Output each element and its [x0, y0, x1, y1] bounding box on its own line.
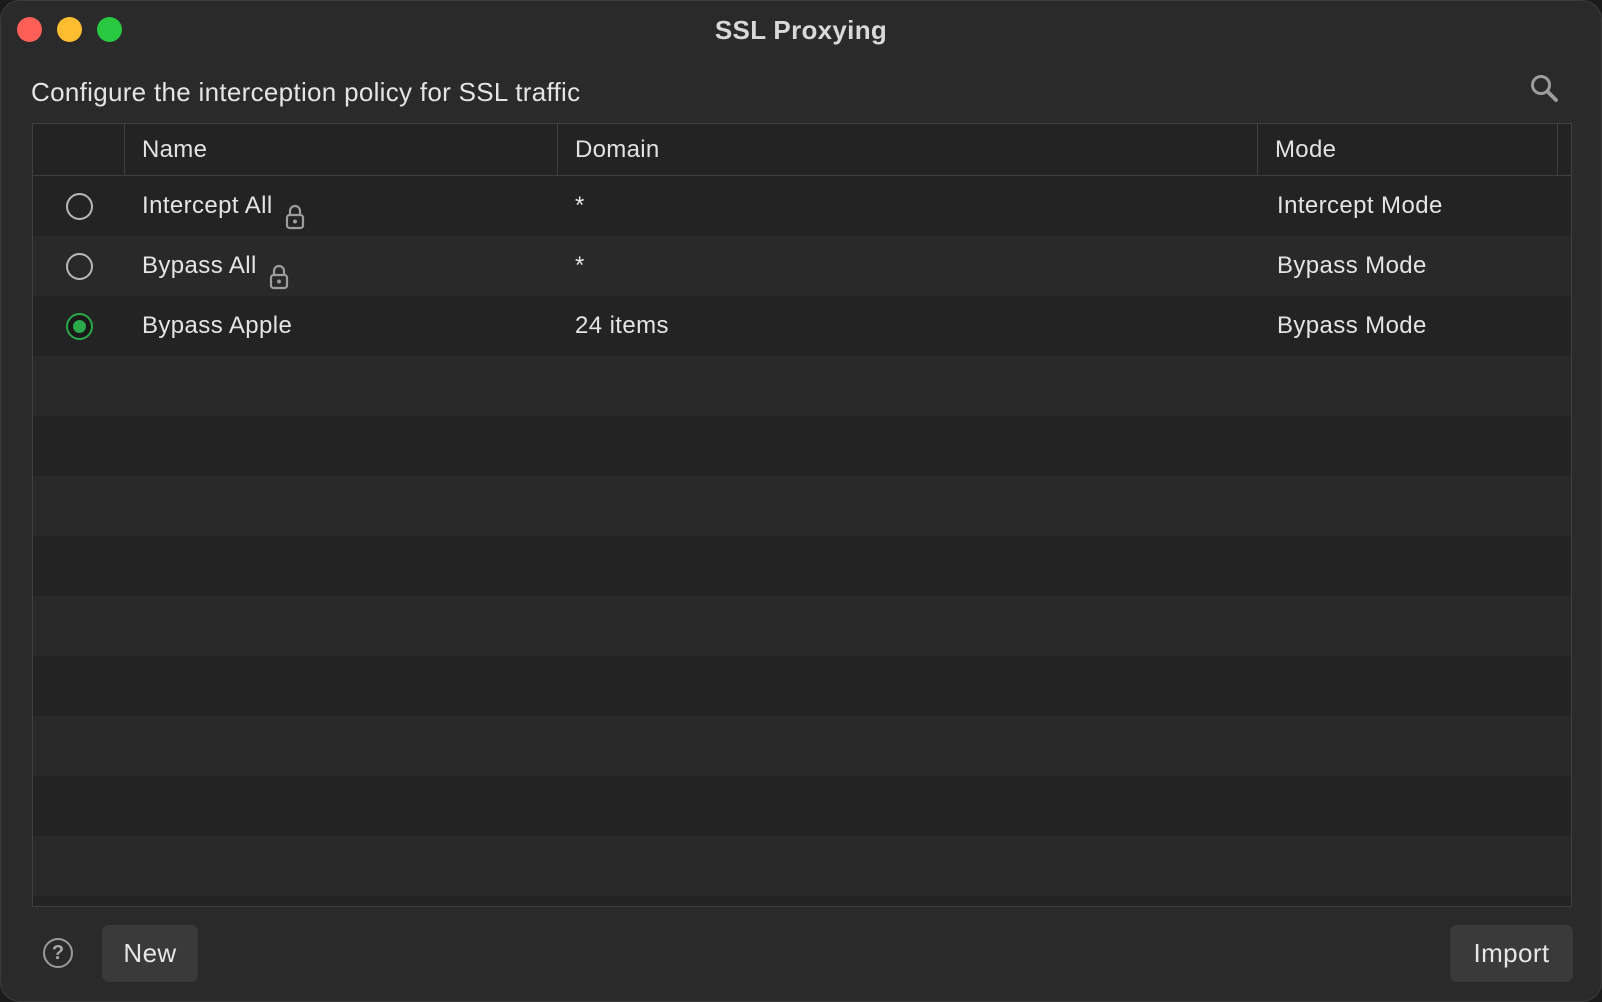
empty-row — [33, 596, 1571, 656]
row-name: Intercept All — [142, 192, 273, 219]
rules-table: Name Domain Mode Intercept All * Interce… — [32, 123, 1572, 907]
row-radio-button[interactable] — [65, 252, 93, 280]
row-select-cell — [33, 236, 125, 296]
column-header-name[interactable]: Name — [125, 124, 558, 175]
empty-row — [33, 356, 1571, 416]
row-mode: Intercept Mode — [1277, 192, 1443, 219]
empty-row — [33, 716, 1571, 776]
row-mode: Bypass Mode — [1277, 252, 1427, 279]
row-name-cell: Bypass All — [142, 236, 289, 296]
row-name-cell: Bypass Apple — [142, 296, 292, 356]
table-row[interactable]: Intercept All * Intercept Mode — [33, 176, 1571, 236]
column-header-domain[interactable]: Domain — [558, 124, 1258, 175]
row-domain: * — [575, 252, 585, 279]
empty-row — [33, 656, 1571, 716]
column-header-mode[interactable]: Mode — [1258, 124, 1558, 175]
row-name-cell: Intercept All — [142, 176, 305, 236]
row-name: Bypass All — [142, 252, 257, 279]
table-row[interactable]: Bypass Apple 24 items Bypass Mode — [33, 296, 1571, 356]
import-button[interactable]: Import — [1450, 925, 1573, 982]
row-mode: Bypass Mode — [1277, 312, 1427, 339]
empty-row — [33, 776, 1571, 836]
table-header: Name Domain Mode — [33, 124, 1571, 176]
row-radio-button[interactable] — [65, 192, 93, 220]
row-domain: * — [575, 192, 585, 219]
empty-row — [33, 416, 1571, 476]
help-icon[interactable]: ? — [43, 938, 73, 968]
table-row[interactable]: Bypass All * Bypass Mode — [33, 236, 1571, 296]
window-title: SSL Proxying — [714, 15, 888, 45]
empty-row — [33, 536, 1571, 596]
row-radio-button-selected[interactable] — [65, 312, 93, 340]
row-name: Bypass Apple — [142, 312, 293, 339]
empty-row — [33, 836, 1571, 896]
search-icon — [1531, 75, 1558, 102]
ssl-proxying-window: SSL Proxying Configure the interception … — [0, 0, 1602, 1002]
row-select-cell — [33, 176, 125, 236]
table-body: Intercept All * Intercept Mode Bypass Al… — [33, 176, 1571, 896]
page-subtitle: Configure the interception policy for SS… — [31, 77, 581, 107]
search-button[interactable] — [1527, 71, 1561, 105]
empty-row — [33, 476, 1571, 536]
lock-icon — [285, 193, 305, 230]
column-header-select[interactable] — [33, 124, 125, 175]
row-domain: 24 items — [575, 312, 669, 339]
new-button[interactable]: New — [102, 925, 198, 982]
lock-icon — [269, 253, 289, 290]
row-select-cell — [33, 296, 125, 356]
